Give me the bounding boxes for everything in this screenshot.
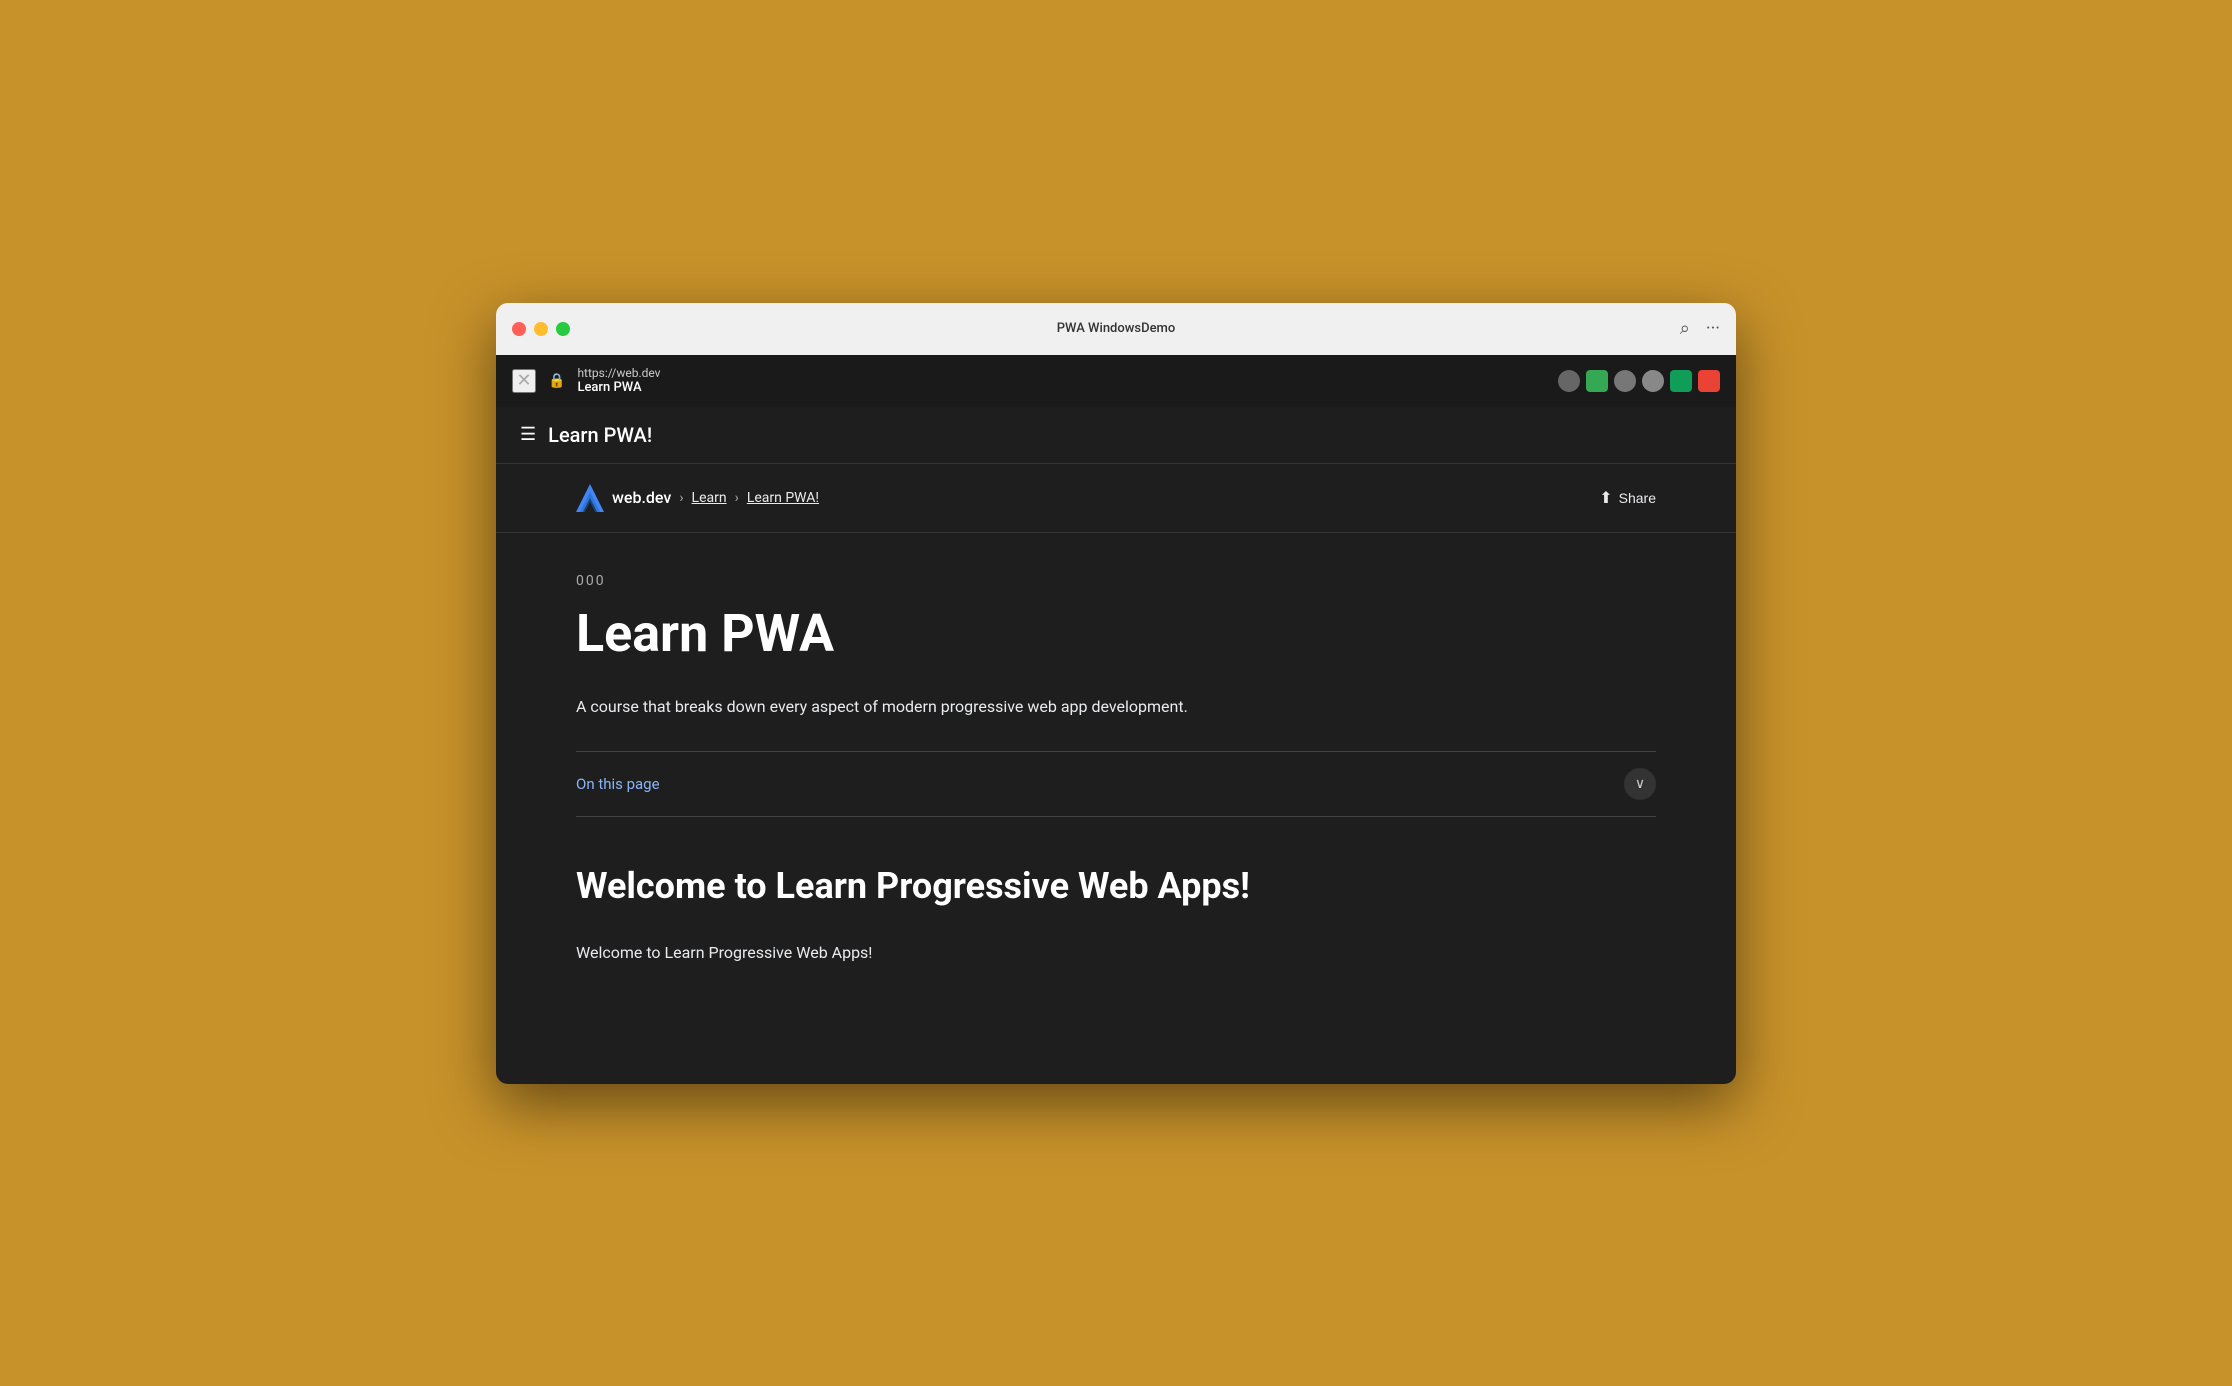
content-area: 000 Learn PWA A course that breaks down … (496, 533, 1736, 1007)
breadcrumb-sep-2: › (735, 490, 739, 506)
browser-page-title: Learn PWA (577, 380, 660, 395)
page-description: A course that breaks down every aspect o… (576, 694, 1656, 720)
webdev-logo[interactable]: web.dev (576, 484, 671, 512)
on-this-page-toggle[interactable]: On this page ∨ (576, 752, 1656, 817)
breadcrumb-bar: web.dev › Learn › Learn PWA! ⬆ Share (496, 464, 1736, 533)
breadcrumb-page-link[interactable]: Learn PWA! (747, 490, 819, 506)
more-icon[interactable]: ··· (1706, 318, 1720, 339)
breadcrumb: web.dev › Learn › Learn PWA! (576, 484, 819, 512)
app-window: PWA WindowsDemo ⌕ ··· ✕ 🔒 https://web.de… (496, 303, 1736, 1084)
share-icon: ⬆ (1599, 488, 1612, 508)
share-label: Share (1619, 490, 1656, 506)
page-title: Learn PWA (576, 605, 1656, 662)
breadcrumb-sep-1: › (679, 490, 683, 506)
browser-url-info: https://web.dev Learn PWA (577, 366, 660, 395)
app-header-title: Learn PWA! (548, 423, 652, 447)
window-title: PWA WindowsDemo (1057, 321, 1176, 336)
logo-text: web.dev (612, 488, 671, 507)
section-number: 000 (576, 573, 1656, 589)
ext-icon-5[interactable] (1670, 370, 1692, 392)
section-heading: Welcome to Learn Progressive Web Apps! (576, 865, 1656, 908)
ext-icon-3[interactable] (1614, 370, 1636, 392)
zoom-icon[interactable]: ⌕ (1680, 318, 1690, 339)
minimize-button[interactable] (534, 322, 548, 336)
browser-close-button[interactable]: ✕ (512, 369, 536, 393)
browser-bar: ✕ 🔒 https://web.dev Learn PWA (496, 355, 1736, 407)
ext-icon-1[interactable] (1558, 370, 1580, 392)
traffic-lights (512, 322, 570, 336)
extension-icons (1558, 370, 1720, 392)
app-header: ☰ Learn PWA! (496, 407, 1736, 464)
browser-url: https://web.dev (577, 366, 660, 380)
section-text: Welcome to Learn Progressive Web Apps! (576, 940, 1656, 966)
chevron-down-icon: ∨ (1624, 768, 1656, 800)
hamburger-icon[interactable]: ☰ (520, 424, 536, 445)
lock-icon: 🔒 (548, 373, 565, 389)
title-bar: PWA WindowsDemo ⌕ ··· (496, 303, 1736, 355)
ext-icon-4[interactable] (1642, 370, 1664, 392)
on-this-page-label: On this page (576, 775, 660, 793)
ext-icon-2[interactable] (1586, 370, 1608, 392)
share-button[interactable]: ⬆ Share (1599, 488, 1656, 508)
title-bar-actions: ⌕ ··· (1680, 318, 1720, 339)
main-content: web.dev › Learn › Learn PWA! ⬆ Share 000… (496, 464, 1736, 1084)
ext-icon-6[interactable] (1698, 370, 1720, 392)
breadcrumb-learn-link[interactable]: Learn (692, 490, 727, 506)
webdev-logo-icon (576, 484, 604, 512)
maximize-button[interactable] (556, 322, 570, 336)
close-button[interactable] (512, 322, 526, 336)
